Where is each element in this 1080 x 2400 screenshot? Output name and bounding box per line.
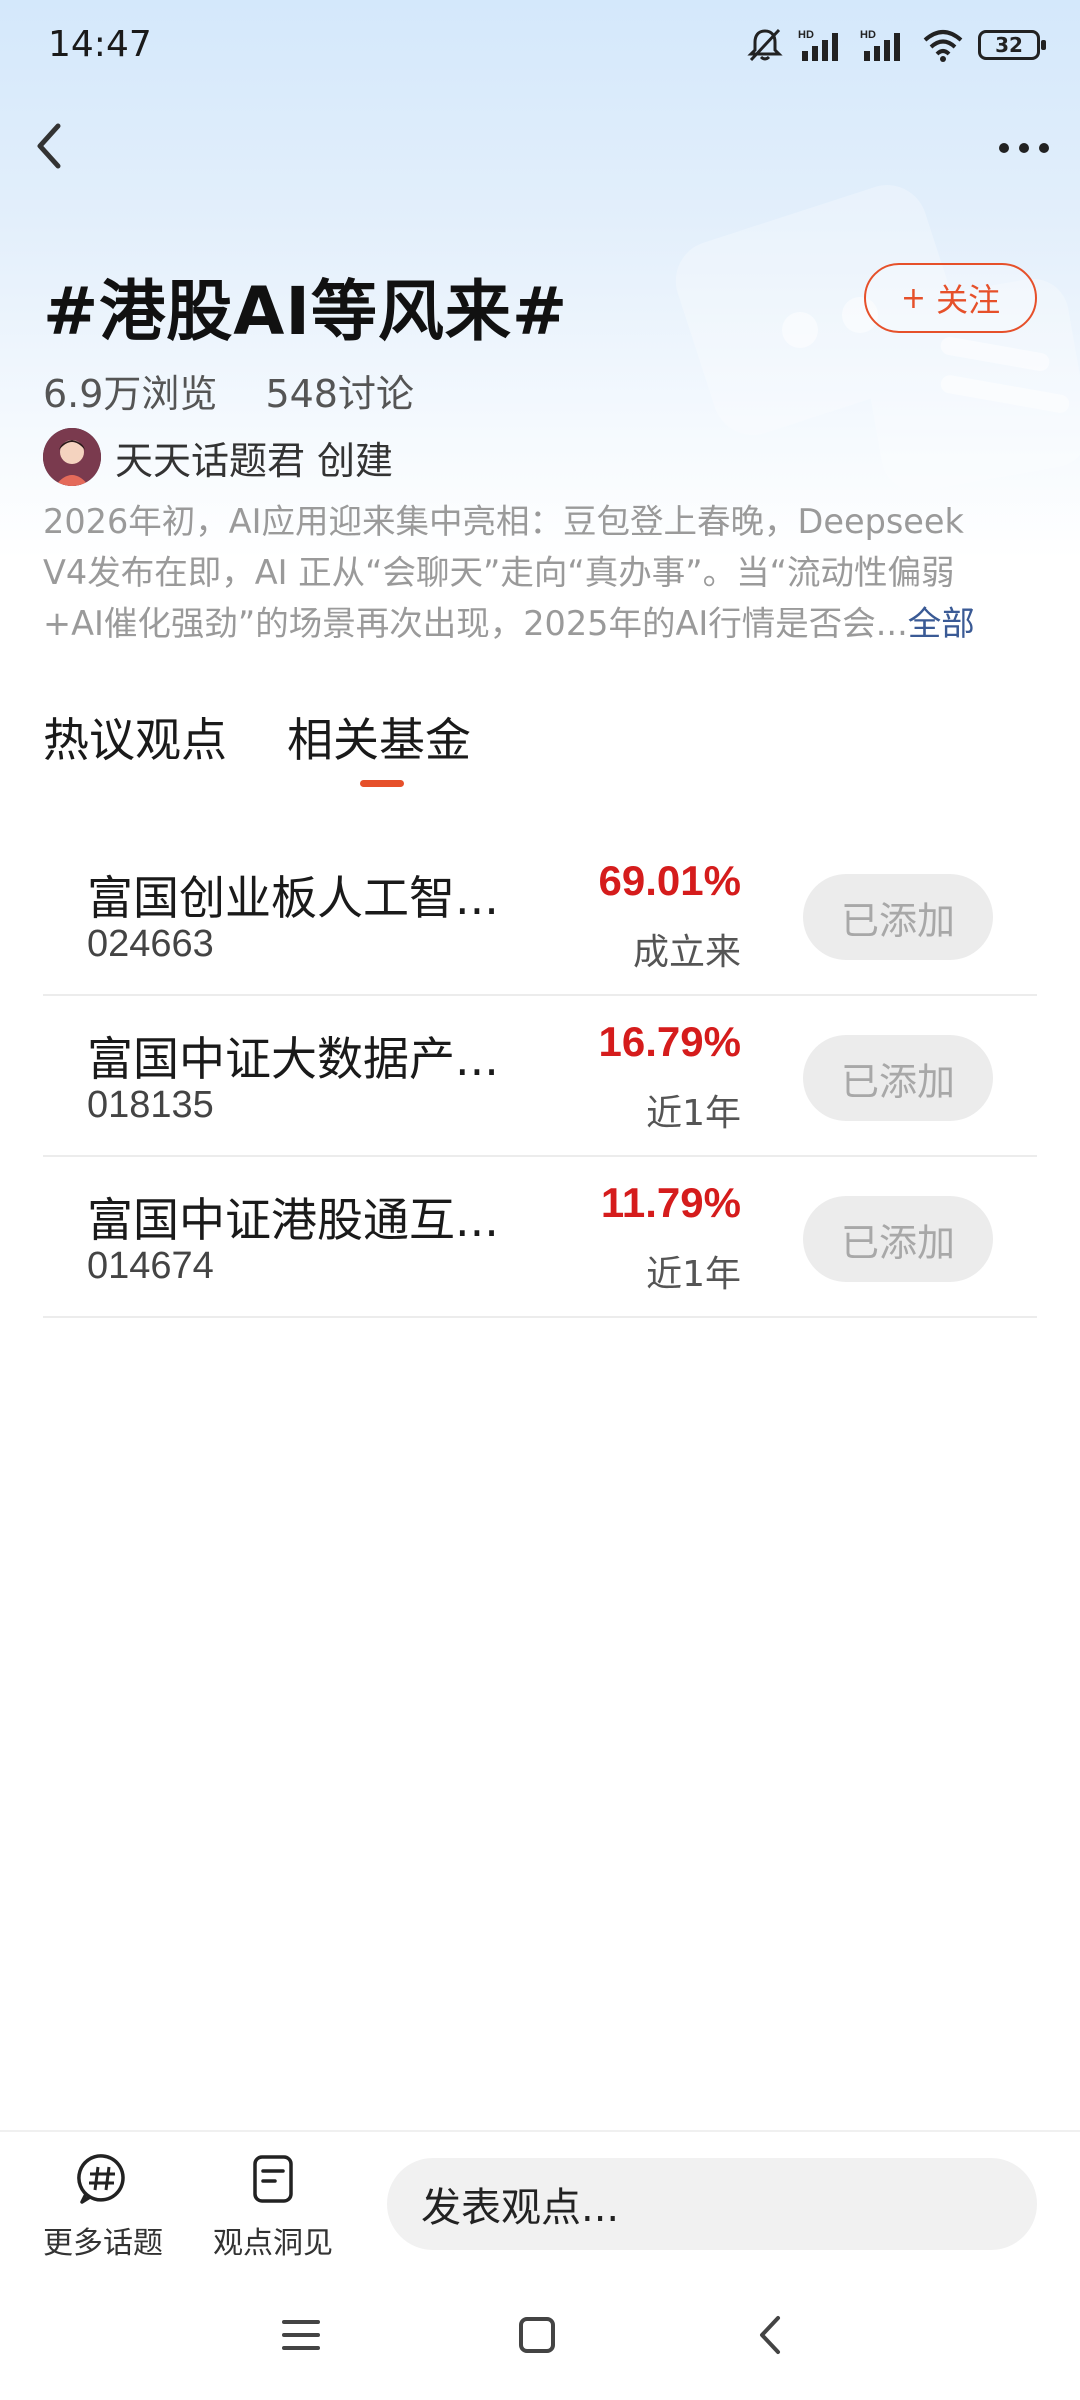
fund-return: 11.79% <box>600 1179 741 1226</box>
creator-name[interactable]: 天天话题君 <box>115 430 305 485</box>
insights-button[interactable]: 观点洞见 <box>213 2152 333 2262</box>
fund-return: 69.01% <box>598 857 741 904</box>
creator-info[interactable]: 天天话题君 创建 <box>43 428 393 486</box>
battery-icon: 32 <box>978 30 1046 60</box>
fund-row[interactable]: 富国创业板人工智... 024663 69.01% 成立来 已添加 <box>43 835 1037 996</box>
tab-related-funds[interactable]: 相关基金 <box>287 704 471 770</box>
avatar[interactable] <box>43 428 101 486</box>
fund-name[interactable]: 富国中证大数据产... <box>87 1023 499 1089</box>
fund-list: 富国创业板人工智... 024663 69.01% 成立来 已添加 富国中证大数… <box>43 835 1037 1318</box>
svg-text:HD: HD <box>860 29 876 41</box>
fund-period: 近1年 <box>646 1254 741 1295</box>
tab-bar: 热议观点 相关基金 <box>43 704 471 770</box>
more-dots-icon[interactable] <box>994 128 1054 168</box>
fund-code: 014674 <box>87 1245 214 1287</box>
topic-title: #港股AI等风来# <box>43 273 569 350</box>
creator-suffix: 创建 <box>317 438 394 483</box>
show-all-link[interactable]: 全部 <box>908 604 975 643</box>
discussion-count: 548讨论 <box>265 372 414 416</box>
back-icon[interactable] <box>748 2312 794 2358</box>
signal-icon: HD <box>860 29 900 61</box>
description-line: V4发布在即，AI 正从“会聊天”走向“真办事”。当“流动性偏弱 <box>43 553 955 592</box>
added-button[interactable]: 已添加 <box>803 874 993 960</box>
fund-return: 16.79% <box>598 1018 741 1065</box>
follow-button[interactable]: + 关注 <box>864 263 1037 333</box>
fund-code: 018135 <box>87 1084 214 1126</box>
fund-period: 近1年 <box>646 1093 741 1134</box>
added-button[interactable]: 已添加 <box>803 1196 993 1282</box>
description-line: 2026年初，AI应用迎来集中亮相：豆包登上春晚，Deepseek <box>43 502 964 541</box>
topic-stats: 6.9万浏览 548讨论 <box>43 363 414 418</box>
status-time: 14:47 <box>48 24 152 65</box>
fund-row[interactable]: 富国中证港股通互... 014674 11.79% 近1年 已添加 <box>43 1157 1037 1318</box>
system-navigation-bar <box>0 2280 1080 2400</box>
svg-text:HD: HD <box>798 29 814 41</box>
more-topics-label: 更多话题 <box>43 2226 163 2261</box>
added-button[interactable]: 已添加 <box>803 1035 993 1121</box>
description-line-last: +AI催化强劲”的场景再次出现，2025年的AI行情是否会...全部 <box>43 598 1043 649</box>
description-line-text: +AI催化强劲”的场景再次出现，2025年的AI行情是否会... <box>43 604 908 643</box>
hashtag-bubble-icon <box>77 2154 125 2204</box>
signal-icon: HD <box>798 29 838 61</box>
wifi-icon <box>923 30 963 62</box>
fund-row[interactable]: 富国中证大数据产... 018135 16.79% 近1年 已添加 <box>43 996 1037 1157</box>
status-bar: 14:47 HD HD 32 <box>0 0 1080 90</box>
view-count: 6.9万浏览 <box>43 372 218 416</box>
fund-period: 成立来 <box>632 932 741 973</box>
chevron-left-icon[interactable] <box>26 116 74 176</box>
fund-name[interactable]: 富国中证港股通互... <box>87 1184 499 1250</box>
bottom-bar: 更多话题 观点洞见 发表观点... <box>0 2130 1080 2280</box>
active-tab-indicator <box>360 780 404 787</box>
tab-hot-opinions[interactable]: 热议观点 <box>43 704 227 770</box>
avatar-image <box>43 428 101 486</box>
chat-bubble-decoration <box>675 185 1080 492</box>
menu-icon[interactable] <box>278 2312 324 2358</box>
document-icon <box>253 2155 293 2203</box>
plus-icon: + <box>900 280 927 316</box>
insights-label: 观点洞见 <box>213 2226 333 2261</box>
topic-description: 2026年初，AI应用迎来集中亮相：豆包登上春晚，Deepseek V4发布在即… <box>43 496 1043 649</box>
mute-bell-icon <box>747 28 783 62</box>
status-icons: HD HD 32 <box>746 26 1046 64</box>
home-icon[interactable] <box>514 2312 560 2358</box>
follow-label: 关注 <box>936 281 1001 319</box>
post-opinion-input[interactable]: 发表观点... <box>387 2158 1037 2250</box>
fund-code: 024663 <box>87 923 214 965</box>
fund-name[interactable]: 富国创业板人工智... <box>87 862 499 928</box>
more-topics-button[interactable]: 更多话题 <box>43 2152 163 2262</box>
